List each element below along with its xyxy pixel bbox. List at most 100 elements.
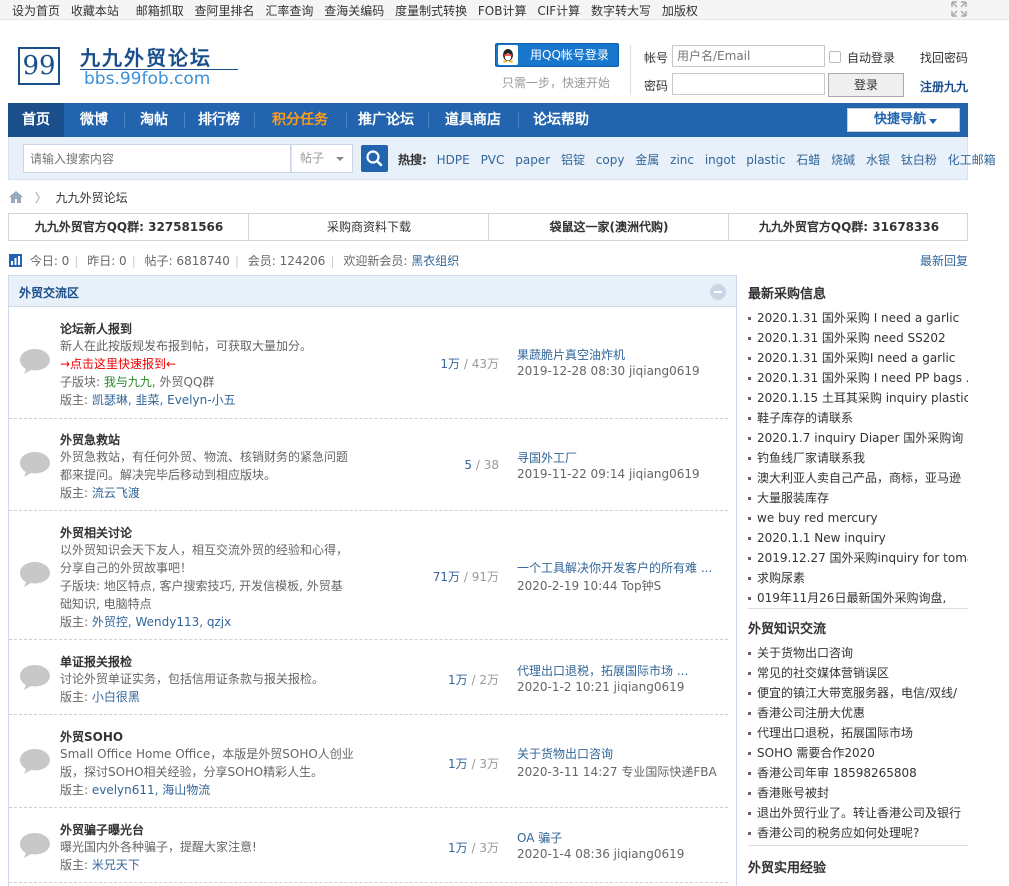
new-member-link[interactable]: 黑衣组织 bbox=[411, 254, 459, 268]
top-link[interactable]: FOB计算 bbox=[478, 4, 527, 18]
top-link[interactable]: 数字转大写 bbox=[591, 4, 651, 18]
hot-keyword[interactable]: 金属 bbox=[635, 153, 659, 167]
quick-nav-dropdown[interactable]: 快捷导航 bbox=[847, 108, 960, 132]
knowledge-item[interactable]: 香港公司的税务应如何处理呢? bbox=[748, 823, 968, 843]
top-link[interactable]: 查海关编码 bbox=[324, 4, 384, 18]
hot-keyword[interactable]: 化工邮箱 bbox=[948, 153, 996, 167]
home-icon[interactable] bbox=[9, 191, 23, 203]
knowledge-item[interactable]: 常见的社交媒体营销误区 bbox=[748, 663, 968, 683]
hot-keyword[interactable]: plastic bbox=[746, 153, 785, 167]
knowledge-item[interactable]: 退出外贸行业了。转让香港公司及银行 bbox=[748, 803, 968, 823]
hot-keyword[interactable]: zinc bbox=[670, 153, 694, 167]
announcement-item[interactable]: 袋鼠这一家(澳洲代购) bbox=[489, 214, 729, 240]
purchase-item[interactable]: 2020.1.31 国外采购 need SS202 bbox=[748, 328, 968, 348]
knowledge-item[interactable]: 关于货物出口咨询 bbox=[748, 643, 968, 663]
purchase-item[interactable]: 2020.1.31 国外采购 I need a garlic bbox=[748, 308, 968, 328]
hot-keyword[interactable]: paper bbox=[515, 153, 550, 167]
moderator-links[interactable]: evelyn611, 海山物流 bbox=[92, 783, 210, 797]
top-link[interactable]: 查阿里排名 bbox=[195, 4, 255, 18]
nav-shop[interactable]: 道具商店 bbox=[434, 103, 512, 137]
board-name[interactable]: 外贸骗子曝光台 bbox=[60, 821, 144, 838]
top-link[interactable]: 设为首页 bbox=[12, 4, 60, 18]
knowledge-item[interactable]: 代理出口退税，拓展国际市场 bbox=[748, 723, 968, 743]
moderator-links[interactable]: 小白很黑 bbox=[92, 690, 140, 704]
search-type-select[interactable]: 帖子 bbox=[291, 144, 353, 173]
last-post-title[interactable]: 果蔬脆片真空油炸机 bbox=[517, 346, 625, 363]
login-button[interactable]: 登录 bbox=[828, 73, 904, 97]
purchase-item[interactable]: 鞋子库存的请联系 bbox=[748, 408, 968, 428]
board-name[interactable]: 外贸急救站 bbox=[60, 431, 120, 448]
knowledge-item[interactable]: 香港账号被封 bbox=[748, 783, 968, 803]
board-subforums[interactable]: 子版块: 地区特点, 客户搜索技巧, 开发信模板, 外贸基 bbox=[60, 577, 343, 595]
latest-reply-link[interactable]: 最新回复 bbox=[920, 252, 968, 269]
register-link[interactable]: 注册九九 bbox=[920, 78, 968, 95]
hot-keyword[interactable]: copy bbox=[596, 153, 625, 167]
hot-keyword[interactable]: 钛白粉 bbox=[901, 153, 937, 167]
board-name[interactable]: 论坛新人报到 bbox=[60, 320, 132, 337]
purchase-item[interactable]: 2020.1.31 国外采购 I need PP bags . bbox=[748, 368, 968, 388]
nav-home[interactable]: 首页 bbox=[8, 103, 64, 137]
section-title[interactable]: 外贸交流区 bbox=[19, 284, 79, 301]
knowledge-item[interactable]: 香港公司注册大优惠 bbox=[748, 703, 968, 723]
top-link[interactable]: 加版权 bbox=[662, 4, 698, 18]
board-name[interactable]: 外贸SOHO bbox=[60, 728, 123, 745]
top-link[interactable]: 度量制式转换 bbox=[395, 4, 467, 18]
hot-keyword[interactable]: HDPE bbox=[437, 153, 470, 167]
nav-ranking[interactable]: 排行榜 bbox=[188, 103, 250, 137]
announcement-item[interactable]: 采购商资料下载 bbox=[249, 214, 489, 240]
announcement-item[interactable]: 九九外贸官方QQ群: 31678336 bbox=[729, 214, 969, 240]
moderator-links[interactable]: 流云飞渡 bbox=[92, 486, 140, 500]
hot-keyword[interactable]: 烧碱 bbox=[831, 153, 855, 167]
site-logo[interactable]: 99 九九外贸论坛 bbs.99fob.com bbox=[18, 45, 243, 89]
nav-weibo[interactable]: 微博 bbox=[68, 103, 120, 137]
last-post-title[interactable]: 关于货物出口咨询 bbox=[517, 745, 613, 762]
nav-help[interactable]: 论坛帮助 bbox=[524, 103, 598, 137]
collapse-icon[interactable] bbox=[710, 284, 726, 300]
find-password-link[interactable]: 找回密码 bbox=[920, 49, 968, 66]
hot-keyword[interactable]: 水银 bbox=[866, 153, 890, 167]
knowledge-item[interactable]: 便宜的镇江大带宽服务器，电信/双线/ bbox=[748, 683, 968, 703]
purchase-item[interactable]: 2020.1.15 土耳其采购 inquiry plastic bbox=[748, 388, 968, 408]
moderator-links[interactable]: 外贸控, Wendy113, qzjx bbox=[92, 615, 231, 629]
nav-points-tasks[interactable]: 积分任务 bbox=[258, 103, 342, 137]
purchase-item[interactable]: 2020.1.7 inquiry Diaper 国外采购询 bbox=[748, 428, 968, 448]
last-post-title[interactable]: 一个工具解决你开发客户的所有难 ... bbox=[517, 559, 712, 576]
purchase-item[interactable]: we buy red mercury bbox=[748, 508, 968, 528]
quick-checkin-link[interactable]: →点击这里快速报到← bbox=[60, 355, 176, 373]
purchase-item[interactable]: 2020.1.1 New inquiry bbox=[748, 528, 968, 548]
password-input[interactable] bbox=[672, 73, 825, 95]
nav-promote[interactable]: 推广论坛 bbox=[350, 103, 422, 137]
last-post-title[interactable]: 代理出口退税，拓展国际市场 ... bbox=[517, 662, 688, 679]
purchase-item[interactable]: 019年11月26日最新国外采购询盘, bbox=[748, 588, 968, 608]
fullscreen-icon[interactable] bbox=[951, 1, 967, 17]
qq-login-button[interactable]: 用QQ帐号登录 bbox=[495, 43, 619, 67]
purchase-item[interactable]: 大量服装库存 bbox=[748, 488, 968, 508]
search-button[interactable] bbox=[361, 145, 388, 172]
purchase-item[interactable]: 2019.12.27 国外采购inquiry for tomato bbox=[748, 548, 968, 568]
hot-keyword[interactable]: 铝锭 bbox=[561, 153, 585, 167]
board-name[interactable]: 单证报关报检 bbox=[60, 653, 132, 670]
purchase-item[interactable]: 2020.1.31 国外采购I need a garlic bbox=[748, 348, 968, 368]
moderator-links[interactable]: 凯瑟琳, 韭菜, Evelyn-小五 bbox=[92, 393, 236, 407]
search-input[interactable] bbox=[23, 144, 291, 173]
top-link[interactable]: 汇率查询 bbox=[265, 4, 313, 18]
account-input[interactable] bbox=[672, 45, 825, 67]
breadcrumb-current[interactable]: 九九外贸论坛 bbox=[56, 191, 128, 205]
purchase-item[interactable]: 求购尿素 bbox=[748, 568, 968, 588]
last-post-title[interactable]: OA 骗子 bbox=[517, 829, 562, 846]
hot-keyword[interactable]: ingot bbox=[705, 153, 736, 167]
board-subforums[interactable]: 础知识, 电脑特点 bbox=[60, 595, 152, 613]
top-link[interactable]: CIF计算 bbox=[537, 4, 580, 18]
last-post-title[interactable]: 寻国外工厂 bbox=[517, 449, 577, 466]
purchase-item[interactable]: 澳大利亚人卖自己产品，商标，亚马逊 bbox=[748, 468, 968, 488]
top-link[interactable]: 收藏本站 bbox=[71, 4, 119, 18]
hot-keyword[interactable]: PVC bbox=[481, 153, 505, 167]
hot-keyword[interactable]: 石蜡 bbox=[796, 153, 820, 167]
knowledge-item[interactable]: SOHO 需要合作2020 bbox=[748, 743, 968, 763]
purchase-item[interactable]: 钓鱼线厂家请联系我 bbox=[748, 448, 968, 468]
auto-login-checkbox[interactable] bbox=[829, 51, 841, 63]
knowledge-item[interactable]: 香港公司年审 18598265808 bbox=[748, 763, 968, 783]
nav-taotie[interactable]: 淘帖 bbox=[128, 103, 180, 137]
announcement-item[interactable]: 九九外贸官方QQ群: 327581566 bbox=[9, 214, 249, 240]
board-name[interactable]: 外贸相关讨论 bbox=[60, 524, 132, 541]
